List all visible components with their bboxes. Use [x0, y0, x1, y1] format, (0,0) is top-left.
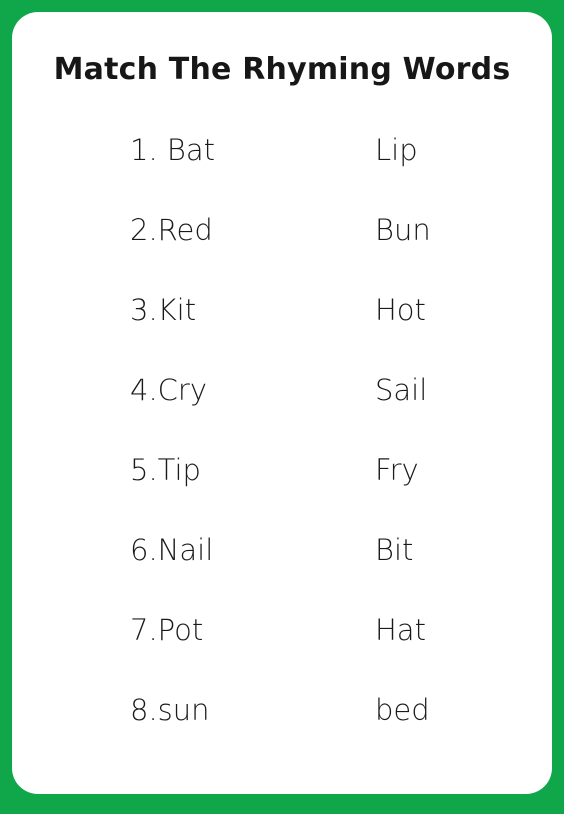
word-pair-row: 3.Kit Hot — [12, 290, 552, 370]
word-pair-row: 5.Tip Fry — [12, 450, 552, 530]
word-pair-row: 4.Cry Sail — [12, 370, 552, 450]
worksheet-green-frame: Match The Rhyming Words 1. Bat Lip 2.Red… — [0, 0, 564, 814]
word-pair-row: 6.Nail Bit — [12, 530, 552, 610]
numbered-word-7: 7.Pot — [130, 613, 204, 647]
word-pair-row: 7.Pot Hat — [12, 610, 552, 690]
numbered-word-6: 6.Nail — [130, 533, 214, 567]
rhyme-word-1: Lip — [375, 133, 418, 167]
word-pair-row: 1. Bat Lip — [12, 130, 552, 210]
numbered-word-3: 3.Kit — [130, 293, 197, 327]
numbered-word-8: 8.sun — [130, 693, 210, 727]
numbered-word-4: 4.Cry — [130, 373, 208, 407]
rhyme-word-5: Fry — [375, 453, 419, 487]
numbered-word-5: 5.Tip — [130, 453, 201, 487]
page-title: Match The Rhyming Words — [53, 52, 511, 87]
rhyme-word-4: Sail — [375, 373, 428, 407]
rhyme-word-6: Bit — [375, 533, 414, 567]
rhyme-word-7: Hat — [375, 613, 426, 647]
numbered-word-2: 2.Red — [130, 213, 213, 247]
worksheet-card: Match The Rhyming Words 1. Bat Lip 2.Red… — [12, 12, 552, 794]
word-pair-row: 2.Red Bun — [12, 210, 552, 290]
numbered-word-1: 1. Bat — [130, 133, 216, 167]
rhyme-word-3: Hot — [375, 293, 426, 327]
word-match-list: 1. Bat Lip 2.Red Bun 3.Kit Hot 4.Cry Sai… — [12, 130, 552, 770]
word-pair-row: 8.sun bed — [12, 690, 552, 770]
rhyme-word-2: Bun — [375, 213, 431, 247]
rhyme-word-8: bed — [375, 693, 430, 727]
